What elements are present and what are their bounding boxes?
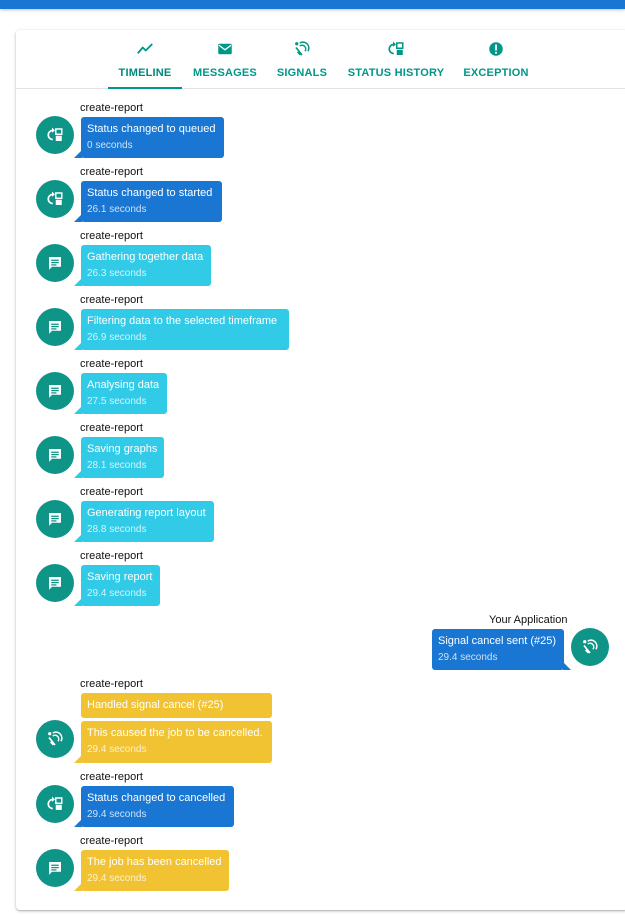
signal-icon [36,720,74,758]
status-change-icon [36,785,74,823]
job-details-card: TIMELINE MESSAGES SIGNALS STATUS HISTORY… [16,30,625,910]
item-author: create-report [80,230,143,242]
item-author: create-report [80,166,143,178]
tab-exception[interactable]: EXCEPTION [463,30,529,88]
item-time: 29.4 seconds [87,588,147,599]
message-bubble: Saving graphs 28.1 seconds [74,437,164,478]
message-icon [36,308,74,346]
item-time: 28.8 seconds [87,524,147,535]
item-author: create-report [80,835,143,847]
item-title: Handled signal cancel (#25) [87,699,224,711]
signal-icon [295,41,310,56]
message-bubble: Saving report 29.4 seconds [74,565,160,606]
message-bubble: The job has been cancelled 29.4 seconds [74,850,229,891]
tab-messages[interactable]: MESSAGES [192,30,258,88]
item-title: Status changed to queued [87,123,216,135]
tab-bar: TIMELINE MESSAGES SIGNALS STATUS HISTORY… [16,30,625,89]
item-time: 0 seconds [87,140,133,151]
status-change-icon [36,116,74,154]
status-change-icon [36,180,74,218]
tab-label: SIGNALS [276,67,328,79]
signal-handled-bubble: Handled signal cancel (#25) [81,693,272,718]
item-time: 26.9 seconds [87,332,147,343]
item-author: create-report [80,358,143,370]
message-icon [36,564,74,602]
tab-timeline[interactable]: TIMELINE [108,30,182,89]
item-time: 26.1 seconds [87,204,147,215]
message-bubble: Gathering together data 26.3 seconds [74,245,211,286]
message-bubble: Filtering data to the selected timeframe… [74,309,289,350]
signal-detail-bubble: This caused the job to be cancelled. 29.… [74,721,272,763]
status-history-icon [388,41,404,55]
item-time: 29.4 seconds [87,744,147,755]
signal-icon [571,628,609,666]
item-author: create-report [80,102,143,114]
item-author: create-report [80,486,143,498]
tab-status-history[interactable]: STATUS HISTORY [347,30,445,88]
item-time: 26.3 seconds [87,268,147,279]
message-bubble: Analysing data 27.5 seconds [74,373,167,414]
item-time: 29.4 seconds [87,873,147,884]
tab-label: MESSAGES [193,67,257,79]
item-time: 29.4 seconds [438,652,498,663]
status-bubble: Status changed to cancelled 29.4 seconds [74,786,234,827]
item-time: 27.5 seconds [87,396,147,407]
status-bubble: Status changed to started 26.1 seconds [74,181,222,222]
item-author: create-report [80,678,143,690]
item-title: Generating report layout [87,507,206,519]
item-time: 29.4 seconds [87,809,147,820]
item-title: Filtering data to the selected timeframe [87,315,278,327]
message-icon [36,244,74,282]
item-author: create-report [80,422,143,434]
exception-icon [489,42,503,56]
item-title: Status changed to started [87,187,213,199]
message-bubble: Generating report layout 28.8 seconds [74,501,214,542]
app-top-bar [0,0,625,9]
item-author: Your Application [489,614,568,626]
message-icon [36,372,74,410]
item-title: Analysing data [87,379,160,391]
tab-signals[interactable]: SIGNALS [276,30,328,88]
item-title: Signal cancel sent (#25) [438,635,557,647]
status-bubble: Status changed to queued 0 seconds [74,117,224,158]
item-time: 28.1 seconds [87,460,147,471]
item-title: Status changed to cancelled [87,792,226,804]
item-title: The job has been cancelled [87,856,222,868]
tab-label: TIMELINE [118,67,172,79]
item-title: Saving report [87,571,153,583]
message-icon [36,436,74,474]
item-title: Saving graphs [87,443,158,455]
message-icon [36,500,74,538]
tab-label: STATUS HISTORY [347,67,445,79]
message-icon [36,849,74,887]
tab-label: EXCEPTION [463,67,529,79]
email-icon [218,43,232,55]
item-author: create-report [80,294,143,306]
signal-sent-bubble: Signal cancel sent (#25) 29.4 seconds [432,629,571,670]
item-author: create-report [80,550,143,562]
timeline-icon [137,43,153,54]
item-title: Gathering together data [87,251,204,263]
item-detail: This caused the job to be cancelled. [87,727,263,739]
item-author: create-report [80,771,143,783]
